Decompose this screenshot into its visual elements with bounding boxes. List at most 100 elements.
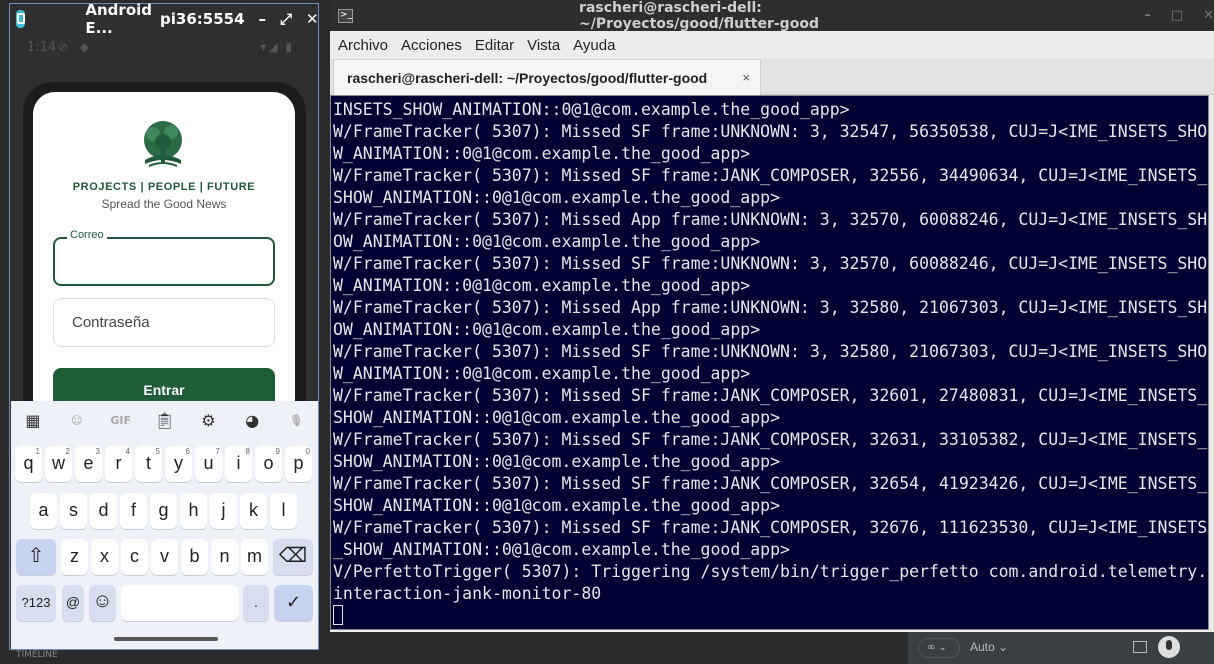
key-label: o <box>263 453 274 473</box>
key-f[interactable]: f <box>120 493 147 529</box>
timeline-label: TIMELINE <box>0 650 330 664</box>
apps-icon[interactable]: ▦ <box>11 411 55 430</box>
menu-vista[interactable]: Vista <box>527 37 560 54</box>
key-q[interactable]: q1 <box>15 446 42 482</box>
tagline-text: Spread the Good News <box>101 197 227 211</box>
emoji-key[interactable]: ☺ <box>89 585 116 621</box>
password-field[interactable]: Contraseña <box>53 298 275 347</box>
key-s[interactable]: s <box>60 493 87 529</box>
mic-icon[interactable]: 🎙︎ <box>274 414 318 427</box>
period-key[interactable]: . <box>243 585 269 621</box>
tab-close-icon[interactable]: × <box>742 70 750 85</box>
microphone-icon[interactable] <box>1158 636 1180 658</box>
expand-icon[interactable]: ⤢ <box>280 10 292 28</box>
key-k[interactable]: k <box>240 493 267 529</box>
key-w[interactable]: w2 <box>45 446 72 482</box>
key-h[interactable]: h <box>180 493 207 529</box>
key-o[interactable]: o9 <box>255 446 282 482</box>
key-e[interactable]: e3 <box>75 446 102 482</box>
key-b[interactable]: b <box>181 539 208 575</box>
terminal-tab[interactable]: rascheri@rascheri-dell: ~/Proyectos/good… <box>333 59 761 95</box>
menu-ayuda[interactable]: Ayuda <box>573 37 615 54</box>
emulator-title: Android E... <box>85 0 152 37</box>
symbols-key[interactable]: ?123 <box>16 585 56 621</box>
key-label: e <box>83 453 94 473</box>
keyboard-gesture-handle[interactable] <box>114 637 218 641</box>
key-n[interactable]: n <box>211 539 238 575</box>
image-icon[interactable] <box>1133 641 1147 653</box>
key-y[interactable]: y6 <box>165 446 192 482</box>
key-g[interactable]: g <box>150 493 177 529</box>
menu-acciones[interactable]: Acciones <box>401 37 462 54</box>
tree-logo-icon <box>144 121 182 167</box>
clipboard-icon[interactable]: 📋︎ <box>143 411 187 430</box>
palette-icon[interactable]: ◕ <box>230 411 274 430</box>
key-hint: 9 <box>275 447 280 456</box>
keyboard-row-4: ?123 @ ☺ . ✓ <box>11 585 318 621</box>
menu-editar[interactable]: Editar <box>475 37 514 54</box>
key-i[interactable]: i8 <box>225 446 252 482</box>
emulator-title-bar[interactable]: Android E... pi36:5554 – ⤢ ✕ <box>10 1 319 37</box>
terminal-title-bar[interactable]: >_ rascheri@rascheri-dell: ~/Proyectos/g… <box>330 0 1214 32</box>
key-a[interactable]: a <box>30 493 57 529</box>
key-label: i <box>236 453 241 473</box>
gif-button[interactable]: GIF <box>99 414 143 427</box>
key-label: r <box>115 453 122 473</box>
shift-key[interactable]: ⇧ <box>16 539 56 575</box>
email-field[interactable] <box>53 237 275 286</box>
key-l[interactable]: l <box>270 493 297 529</box>
key-label: w <box>52 453 65 473</box>
email-field-label: Correo <box>67 229 107 241</box>
key-hint: 7 <box>215 447 220 456</box>
terminal-output[interactable]: INSETS_SHOW_ANIMATION::0@1@com.example.t… <box>330 95 1209 630</box>
terminal-tab-label: rascheri@rascheri-dell: ~/Proyectos/good… <box>347 70 708 86</box>
key-v[interactable]: v <box>151 539 178 575</box>
login-button[interactable]: Entrar <box>53 368 275 402</box>
gear-icon[interactable]: ⚙ <box>186 411 230 430</box>
key-hint: 6 <box>185 447 190 456</box>
key-label: q <box>23 453 34 473</box>
key-hint: 5 <box>155 447 160 456</box>
key-c[interactable]: c <box>121 539 148 575</box>
minimize-icon[interactable]: – <box>1144 8 1151 23</box>
auto-dropdown[interactable]: Auto ⌄ <box>970 640 1008 654</box>
keyboard-toolbar: ▦ ☺ GIF 📋︎ ⚙ ◕ 🎙︎ <box>11 401 318 439</box>
close-icon[interactable]: ✕ <box>306 10 319 28</box>
key-t[interactable]: t5 <box>135 446 162 482</box>
key-u[interactable]: u7 <box>195 446 222 482</box>
space-key[interactable] <box>121 585 238 621</box>
sticker-icon[interactable]: ☺ <box>55 414 99 427</box>
phone-screen: PROJECTS | PEOPLE | FUTURE Spread the Go… <box>33 92 295 402</box>
minimize-icon[interactable]: – <box>259 10 267 28</box>
terminal-icon: >_ <box>338 8 354 23</box>
maximize-icon[interactable]: □ <box>1171 8 1183 23</box>
slogan-text: PROJECTS | PEOPLE | FUTURE <box>72 181 256 193</box>
terminal-window: >_ rascheri@rascheri-dell: ~/Proyectos/g… <box>330 0 1214 632</box>
at-key[interactable]: @ <box>62 585 84 621</box>
key-hint: 0 <box>305 447 310 456</box>
keyboard-row-3: ⇧ ⌫ zxcvbnm <box>11 539 318 575</box>
close-icon[interactable]: ✕ <box>1203 8 1214 23</box>
phone-status-bar: 1:14 ⊘ ◆ ▾◢ ▮ <box>10 37 318 59</box>
key-p[interactable]: p0 <box>285 446 312 482</box>
key-d[interactable]: d <box>90 493 117 529</box>
key-hint: 4 <box>125 447 130 456</box>
enter-key[interactable]: ✓ <box>274 585 313 621</box>
key-hint: 8 <box>245 447 250 456</box>
key-hint: 1 <box>35 447 40 456</box>
backspace-key[interactable]: ⌫ <box>273 539 313 575</box>
key-z[interactable]: z <box>61 539 88 575</box>
terminal-scrollbar[interactable] <box>1209 95 1214 630</box>
key-label: t <box>145 453 151 473</box>
key-j[interactable]: j <box>210 493 237 529</box>
key-m[interactable]: m <box>241 539 268 575</box>
emulator-window: Android E... pi36:5554 – ⤢ ✕ 1:14 ⊘ ◆ ▾◢… <box>9 1 319 650</box>
status-signal-battery-icons: ▾◢ ▮ <box>260 40 294 54</box>
key-r[interactable]: r4 <box>105 446 132 482</box>
menu-archivo[interactable]: Archivo <box>338 37 388 54</box>
key-x[interactable]: x <box>91 539 118 575</box>
loop-dropdown[interactable]: ∞ ⌄ <box>918 638 960 658</box>
terminal-title: rascheri@rascheri-dell: ~/Proyectos/good… <box>579 0 819 32</box>
emulator-app-icon <box>16 9 26 28</box>
terminal-output-text: INSETS_SHOW_ANIMATION::0@1@com.example.t… <box>333 100 1208 603</box>
